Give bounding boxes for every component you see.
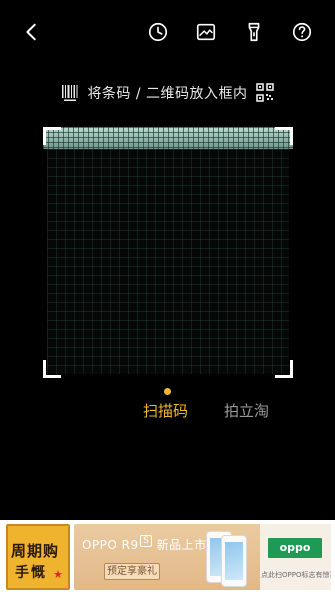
scan-hint: 将条码 / 二维码放入框内 — [0, 80, 335, 106]
ad-promo-line1: 周期购 — [11, 542, 60, 560]
frame-corner-top-left — [43, 127, 61, 145]
frame-corner-bottom-left — [43, 360, 61, 378]
ad-title-badge: S — [140, 535, 152, 547]
mode-scan-code[interactable]: 扫描码 — [143, 400, 188, 421]
back-button[interactable] — [18, 18, 46, 46]
oppo-logo: oppo — [268, 538, 322, 558]
phone-image — [221, 535, 247, 587]
hint-text: 将条码 / 二维码放入框内 — [87, 86, 248, 102]
history-button[interactable] — [144, 18, 172, 46]
mode-photo-search[interactable]: 拍立淘 — [224, 400, 269, 421]
clock-icon — [148, 22, 168, 42]
help-button[interactable] — [288, 18, 316, 46]
top-toolbar — [0, 0, 335, 64]
image-icon — [196, 23, 216, 41]
ad-oppo-banner[interactable]: OPPO R9 新品上市 S 预定享豪礼 oppo 点此扫OPPO标志有惊喜 — [74, 524, 331, 590]
ad-preorder-button[interactable]: 预定享豪礼 — [104, 563, 160, 580]
frame-corner-top-right — [275, 127, 293, 145]
gallery-button[interactable] — [192, 18, 220, 46]
scan-frame — [43, 127, 293, 378]
flashlight-icon — [248, 22, 260, 42]
ad-promo-line2: 手慨 — [15, 565, 47, 581]
ad-logo-panel: oppo 点此扫OPPO标志有惊喜 — [260, 524, 331, 590]
qrcode-icon — [255, 83, 274, 102]
scan-grid — [47, 131, 289, 374]
ad-promo-tile[interactable]: 周期购 手慨 ★ — [6, 524, 70, 590]
ad-note: 点此扫OPPO标志有惊喜 — [261, 571, 331, 579]
help-icon — [292, 22, 312, 42]
barcode-icon — [62, 85, 78, 101]
mode-indicator-dot — [164, 388, 171, 395]
scan-line — [43, 127, 293, 149]
star-icon: ★ — [53, 568, 63, 581]
frame-corner-bottom-right — [275, 360, 293, 378]
ad-banner[interactable]: 周期购 手慨 ★ OPPO R9 新品上市 S 预定享豪礼 oppo 点此扫OPP… — [0, 520, 335, 597]
chevron-left-icon — [26, 23, 36, 41]
flashlight-button[interactable] — [240, 18, 268, 46]
